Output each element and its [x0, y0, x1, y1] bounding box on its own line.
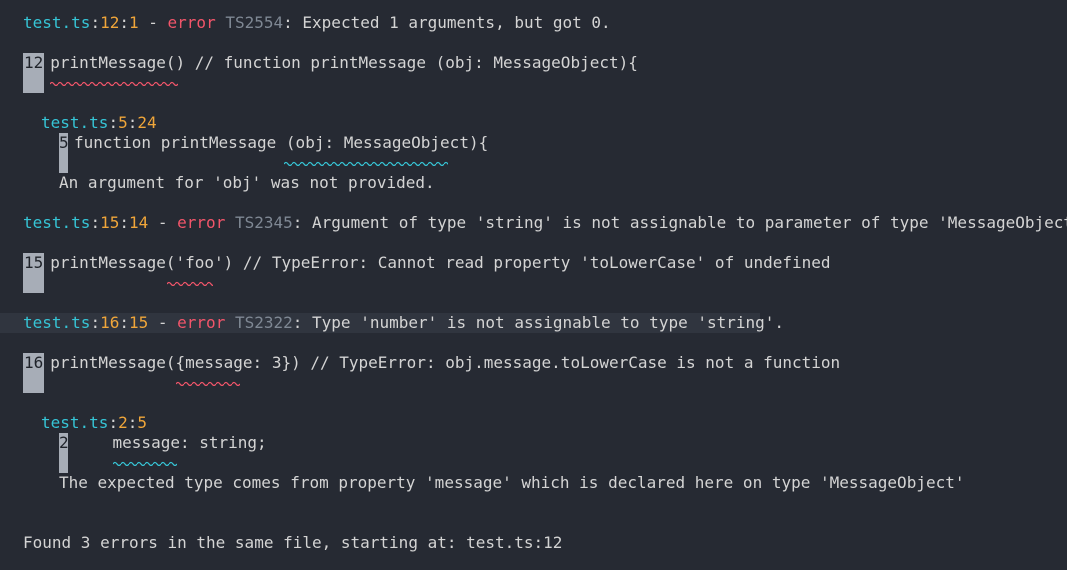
error-squiggle	[167, 280, 213, 286]
error-col: 15	[128, 313, 149, 332]
related-note: An argument for 'obj' was not provided.	[59, 173, 435, 192]
error-squiggle	[50, 80, 178, 86]
line-number-gutter: 5	[59, 133, 69, 173]
related-line: 5	[118, 113, 128, 132]
error-col: 14	[128, 213, 149, 232]
related-location[interactable]: test.ts:2:5	[41, 413, 1067, 433]
related-snippet: 5 function printMessage (obj: MessageObje…	[59, 133, 1067, 173]
error-header[interactable]: test.ts:12:1 - error TS2554: Expected 1 …	[23, 13, 1067, 33]
related-squiggle	[284, 160, 448, 166]
terminal-output: test.ts:12:1 - error TS2554: Expected 1 …	[0, 0, 1067, 570]
related-file[interactable]: test.ts	[41, 413, 108, 432]
error-code: TS2554	[225, 13, 284, 32]
line-number-gutter: 15	[23, 253, 45, 293]
error-line: 12	[100, 13, 120, 32]
summary-line: Found 3 errors in the same file, startin…	[23, 533, 563, 552]
error-code: TS2345	[234, 213, 293, 232]
related-col: 24	[137, 113, 157, 132]
code-snippet: 15 printMessage('foo') // TypeError: Cann…	[23, 253, 1067, 293]
error-message: : Type 'number' is not assignable to typ…	[292, 313, 785, 332]
error-kind: error	[167, 13, 216, 32]
related-col: 5	[137, 413, 147, 432]
error-kind: error	[177, 213, 226, 232]
related-line: 2	[118, 413, 128, 432]
error-file[interactable]: test.ts	[23, 13, 90, 32]
line-number-gutter: 16	[23, 353, 45, 393]
related-location[interactable]: test.ts:5:24	[41, 113, 1067, 133]
error-file[interactable]: test.ts	[23, 313, 90, 332]
code-snippet: 12 printMessage() // function printMessag…	[23, 53, 1067, 93]
line-number-gutter: 12	[23, 53, 45, 93]
related-snippet: 2 message: string;	[59, 433, 1067, 473]
error-line: 16	[100, 313, 120, 332]
error-message: : Expected 1 arguments, but got 0.	[283, 13, 611, 32]
line-number-gutter: 2	[59, 433, 69, 473]
error-message: : Argument of type 'string' is not assig…	[292, 213, 1067, 232]
related-squiggle	[113, 460, 177, 466]
error-squiggle	[176, 380, 240, 386]
snippet-code: printMessage() // function printMessage …	[50, 53, 638, 72]
related-file[interactable]: test.ts	[41, 113, 108, 132]
code-snippet: 16 printMessage({message: 3}) // TypeErro…	[23, 353, 1067, 393]
error-kind: error	[177, 313, 226, 332]
error-header[interactable]: test.ts:16:15 - error TS2322: Type 'numb…	[23, 313, 1067, 333]
snippet-code: printMessage('foo') // TypeError: Cannot…	[50, 253, 831, 272]
error-line: 15	[100, 213, 120, 232]
snippet-code: function printMessage (obj: MessageObjec…	[74, 133, 489, 152]
error-header[interactable]: test.ts:15:14 - error TS2345: Argument o…	[23, 213, 1067, 233]
snippet-code: message: string;	[74, 433, 267, 452]
error-col: 1	[128, 13, 139, 32]
error-file[interactable]: test.ts	[23, 213, 90, 232]
related-note: The expected type comes from property 'm…	[59, 473, 965, 492]
error-code: TS2322	[234, 313, 293, 332]
snippet-code: printMessage({message: 3}) // TypeError:…	[50, 353, 841, 372]
